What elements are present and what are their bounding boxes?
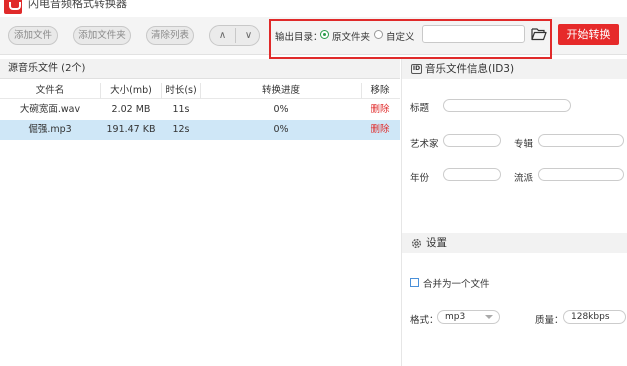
table-row[interactable]: 倔强.mp3 191.47 KB 12s 0% 删除 <box>0 120 400 140</box>
cell-file-size: 2.02 MB <box>111 104 151 115</box>
format-value: mp3 <box>445 312 466 322</box>
format-select[interactable]: mp3 <box>437 310 500 324</box>
app-logo-icon <box>4 0 22 14</box>
radio-original-folder-label[interactable]: 原文件夹 <box>332 29 370 43</box>
table-row[interactable]: 大碗宽面.wav 2.02 MB 11s 0% 删除 <box>0 100 400 120</box>
artist-input[interactable] <box>443 134 501 147</box>
output-dir-label: 输出目录： <box>275 32 323 43</box>
table-header: 文件名 大小(mb) 时长(s) 转换进度 移除 <box>0 83 400 99</box>
radio-original-folder[interactable] <box>320 30 329 39</box>
cell-progress: 0% <box>273 124 289 135</box>
quality-label: 质量： <box>535 315 564 326</box>
cell-progress: 0% <box>273 104 289 115</box>
title-input[interactable] <box>443 99 571 112</box>
file-list-panel: 源音乐文件 (2个) 文件名 大小(mb) 时长(s) 转换进度 移除 大碗宽面… <box>0 59 400 366</box>
column-header-name: 文件名 <box>35 85 65 96</box>
artist-label: 艺术家 <box>410 139 439 150</box>
right-panel: ID 音乐文件信息(ID3) 标题 艺术家 专辑 年份 流派 设置 合并为一个文… <box>401 59 627 366</box>
delete-link[interactable]: 删除 <box>362 120 398 140</box>
column-header-remove: 移除 <box>370 85 390 96</box>
merge-checkbox[interactable] <box>410 278 419 287</box>
folder-open-icon[interactable] <box>531 27 547 41</box>
settings-section-title: 设置 <box>426 237 447 249</box>
radio-custom[interactable] <box>374 30 383 39</box>
gear-icon <box>411 238 422 249</box>
file-list-title: 源音乐文件 (2个) <box>0 59 400 79</box>
album-label: 专辑 <box>514 139 534 150</box>
clear-list-button[interactable]: 清除列表 <box>146 26 194 45</box>
id3-icon: ID <box>411 64 422 74</box>
cell-file-name: 大碗宽面.wav <box>19 104 81 115</box>
title-bar: 闪电音频格式转换器 <box>0 0 627 16</box>
title-label: 标题 <box>410 103 430 114</box>
cell-duration: 11s <box>172 104 190 115</box>
move-down-button[interactable]: ∨ <box>236 26 261 45</box>
app-title: 闪电音频格式转换器 <box>28 0 127 10</box>
id3-section-title: 音乐文件信息(ID3) <box>425 63 515 75</box>
cell-duration: 12s <box>172 124 190 135</box>
start-convert-button[interactable]: 开始转换 <box>558 24 619 45</box>
column-header-duration: 时长(s) <box>165 85 197 96</box>
move-buttons-group: ∧ ∨ <box>209 25 260 46</box>
output-path-input[interactable] <box>422 25 525 43</box>
quality-select[interactable]: 128kbps <box>563 310 626 324</box>
add-file-button[interactable]: 添加文件 <box>8 26 58 45</box>
album-input[interactable] <box>538 134 624 147</box>
column-header-progress: 转换进度 <box>261 85 300 96</box>
quality-value: 128kbps <box>571 312 610 322</box>
settings-section-header: 设置 <box>402 233 627 253</box>
genre-input[interactable] <box>538 168 624 181</box>
move-up-button[interactable]: ∧ <box>210 26 235 45</box>
column-header-size: 大小(mb) <box>110 85 152 96</box>
radio-custom-label[interactable]: 自定义 <box>386 29 415 43</box>
format-label: 格式： <box>410 315 439 326</box>
year-input[interactable] <box>443 168 501 181</box>
cell-file-size: 191.47 KB <box>106 124 156 135</box>
chevron-down-icon <box>485 315 493 319</box>
delete-link[interactable]: 删除 <box>362 100 398 120</box>
cell-file-name: 倔强.mp3 <box>28 124 72 135</box>
year-label: 年份 <box>410 173 430 184</box>
genre-label: 流派 <box>514 173 534 184</box>
add-folder-button[interactable]: 添加文件夹 <box>73 26 131 45</box>
id3-section-header: ID 音乐文件信息(ID3) <box>402 59 627 79</box>
merge-label[interactable]: 合并为一个文件 <box>423 276 490 290</box>
